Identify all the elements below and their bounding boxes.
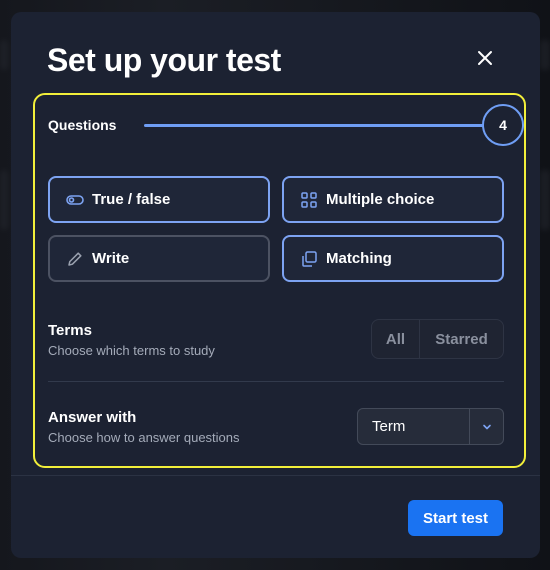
chevron-down-icon [482,424,491,429]
start-test-button[interactable]: Start test [408,500,503,536]
close-button[interactable] [473,46,497,70]
terms-starred-option[interactable]: Starred [420,320,503,358]
option-label: Multiple choice [326,191,435,208]
settings-panel: Questions 4 True / false Multiple choice… [33,93,526,468]
option-matching[interactable]: Matching [282,235,504,282]
answer-with-subtitle: Choose how to answer questions [48,430,240,445]
terms-title: Terms [48,322,92,339]
answer-with-value: Term [372,418,406,435]
terms-subtitle: Choose which terms to study [48,343,215,358]
answer-with-dropdown-toggle[interactable] [469,409,503,444]
answer-with-title: Answer with [48,409,137,426]
option-label: True / false [92,191,171,208]
answer-with-select[interactable]: Term [357,408,504,445]
divider [48,381,504,382]
option-true-false[interactable]: True / false [48,176,270,223]
close-icon [478,51,492,65]
modal-title: Set up your test [47,42,281,78]
terms-segmented-control: All Starred [371,319,504,359]
terms-all-option[interactable]: All [372,320,420,358]
backdrop-fragment [540,40,550,70]
footer-divider [11,475,540,476]
backdrop-fragment [540,170,550,230]
test-setup-modal: Set up your test Questions 4 True / fals… [11,12,540,558]
option-write[interactable]: Write [48,235,270,282]
option-label: Matching [326,250,392,267]
copy-icon [300,250,318,268]
option-multiple-choice[interactable]: Multiple choice [282,176,504,223]
questions-slider-track[interactable] [144,124,484,127]
questions-label: Questions [48,117,117,133]
pencil-icon [66,250,84,268]
backdrop-fragment [0,170,8,230]
grid-icon [300,191,318,209]
toggle-icon [66,191,84,209]
questions-slider-knob[interactable]: 4 [482,104,524,146]
backdrop-fragment [0,40,8,70]
option-label: Write [92,250,130,267]
